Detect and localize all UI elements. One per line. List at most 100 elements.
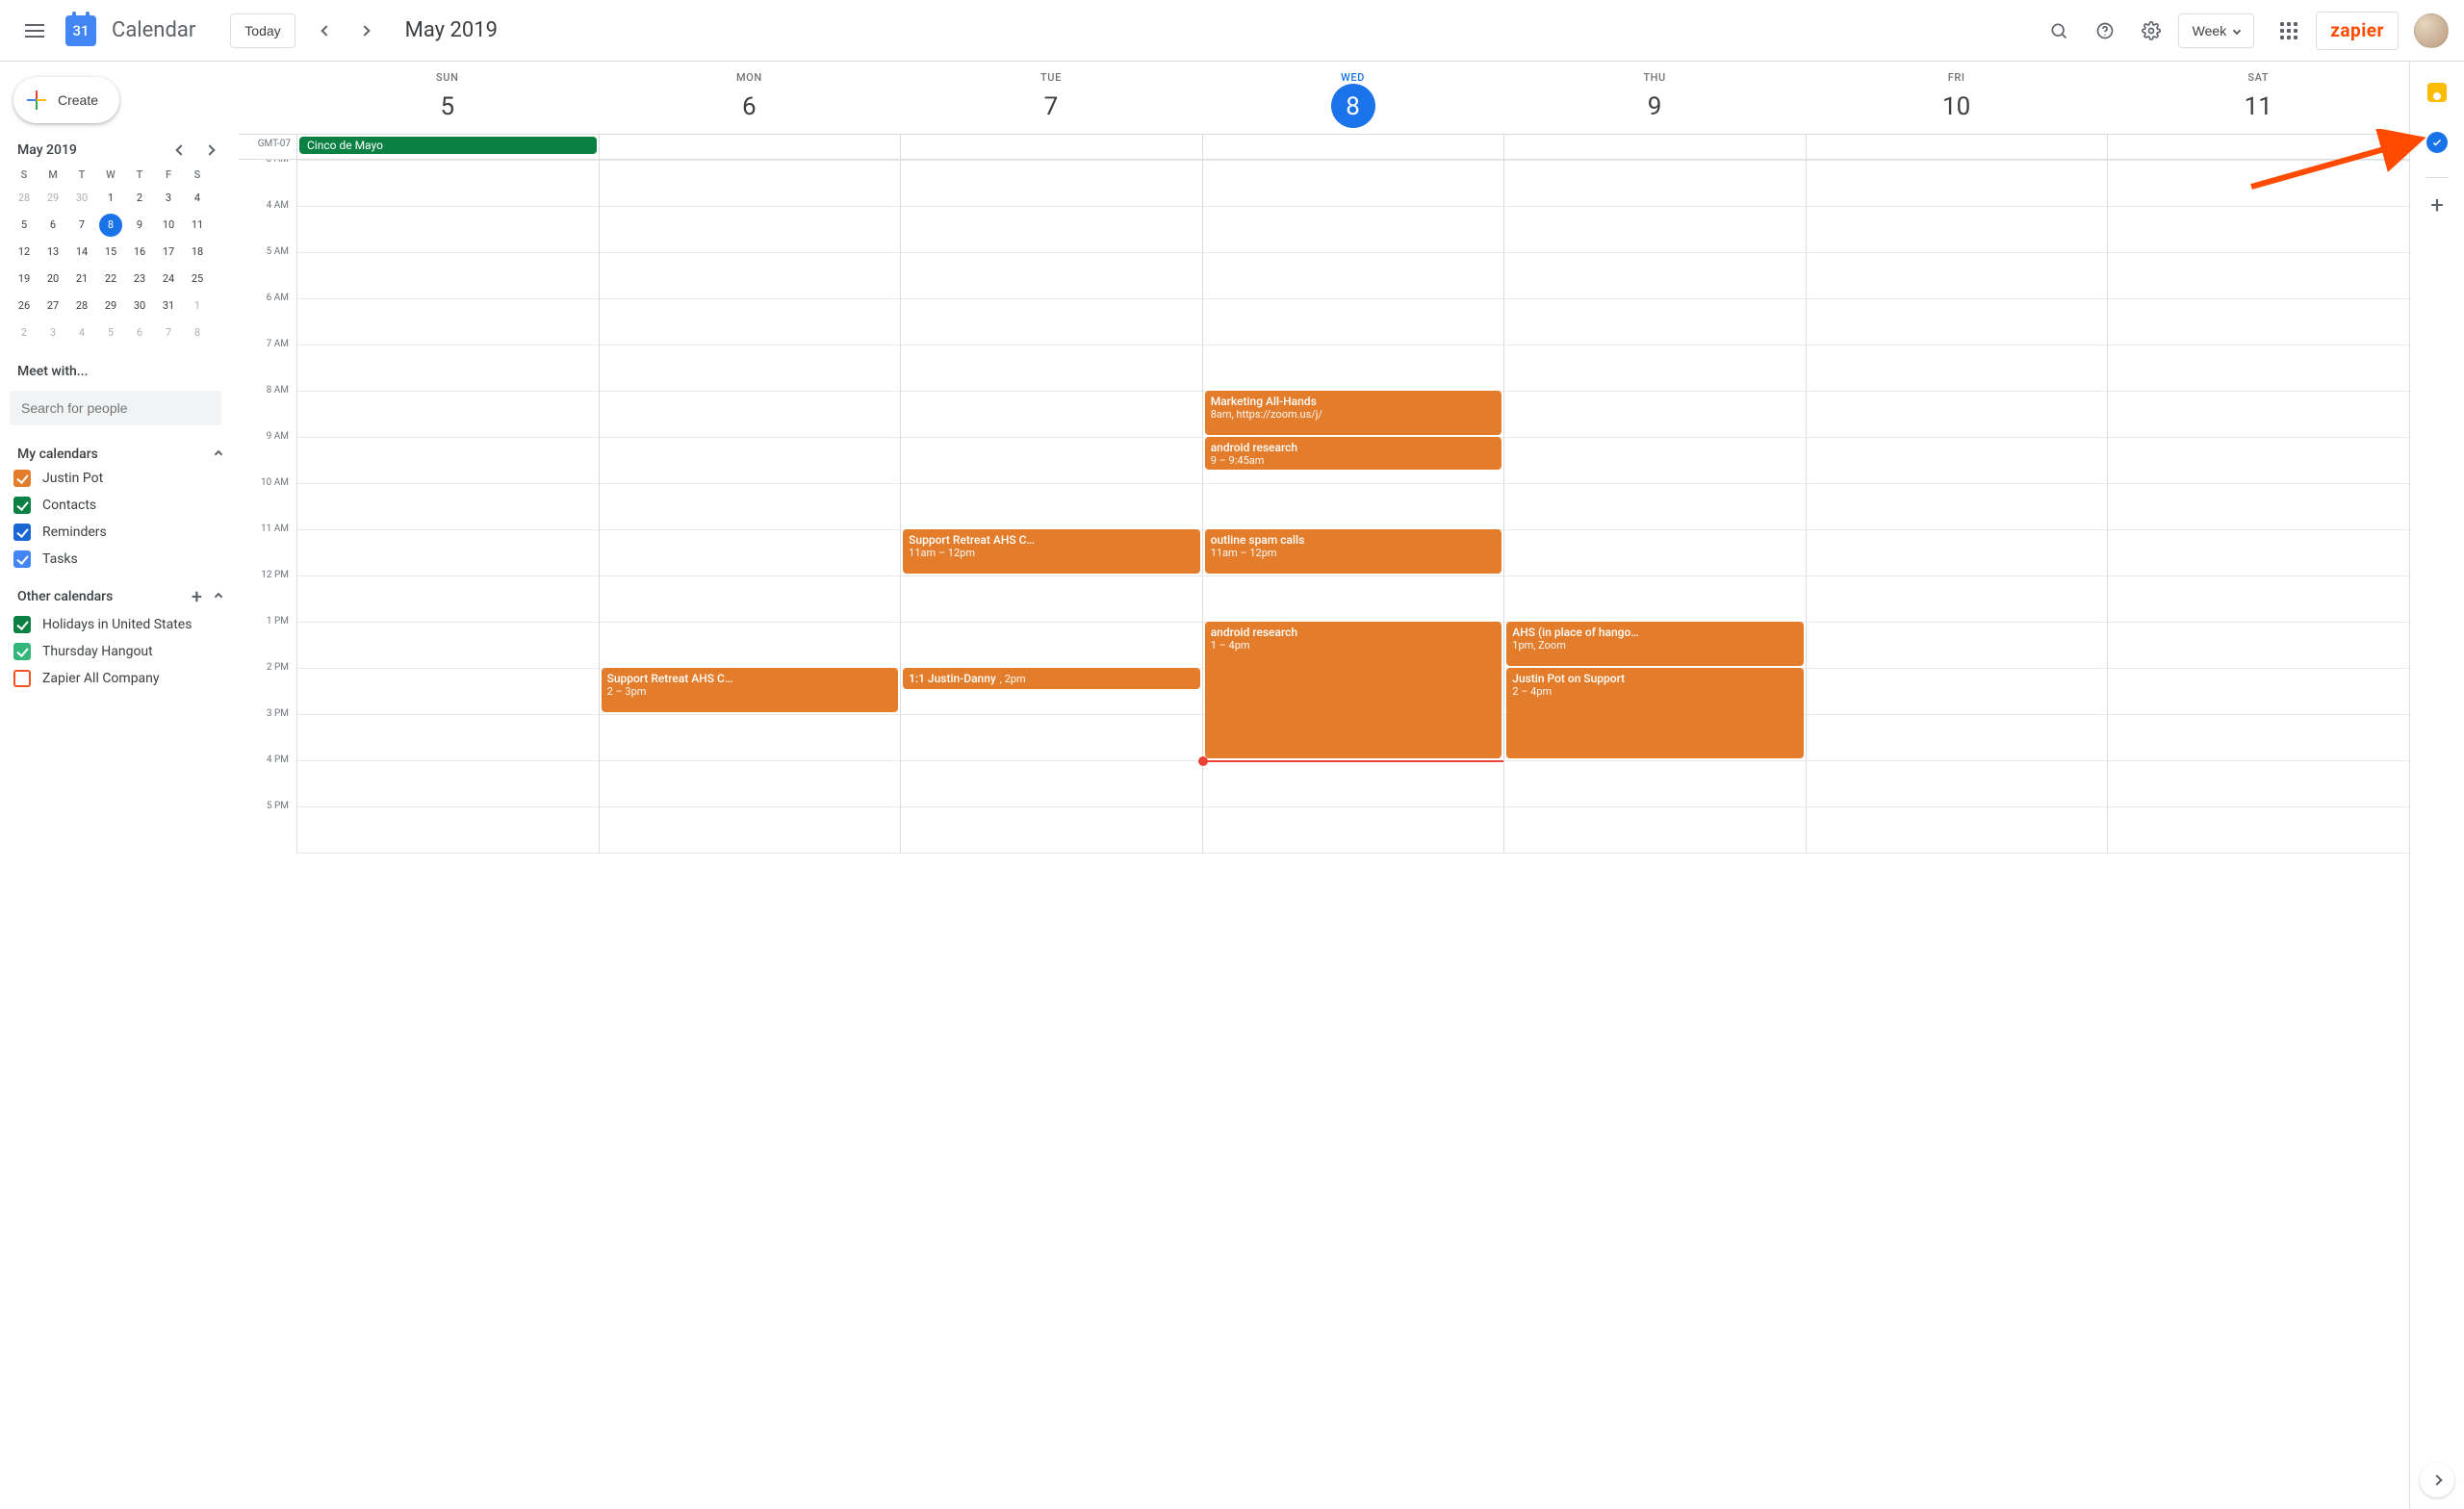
calendar-toggle[interactable]: Thursday Hangout <box>13 643 221 660</box>
mini-day-cell[interactable]: 16 <box>125 239 154 266</box>
mini-day-cell[interactable]: 11 <box>183 212 212 239</box>
day-header[interactable]: WED8 <box>1202 62 1504 134</box>
search-button[interactable] <box>2040 12 2078 50</box>
mini-day-cell[interactable]: 25 <box>183 266 212 293</box>
mini-day-cell[interactable]: 29 <box>96 293 125 320</box>
mini-day-cell[interactable]: 30 <box>67 185 96 212</box>
mini-day-cell[interactable]: 1 <box>96 185 125 212</box>
calendar-event[interactable]: Marketing All-Hands8am, https://zoom.us/… <box>1205 391 1502 435</box>
calendar-toggle[interactable]: Justin Pot <box>13 470 221 487</box>
allday-cell[interactable] <box>1202 135 1504 159</box>
mini-prev-month-button[interactable] <box>171 141 191 160</box>
get-addons-button[interactable]: + <box>2430 193 2444 217</box>
mini-day-cell[interactable]: 4 <box>67 320 96 346</box>
days-grid[interactable]: Support Retreat AHS C…2 – 3pmSupport Ret… <box>296 160 2409 853</box>
day-column[interactable] <box>296 160 599 853</box>
view-switcher[interactable]: Week <box>2178 13 2255 48</box>
calendar-event[interactable]: outline spam calls11am – 12pm <box>1205 529 1502 574</box>
prev-week-button[interactable] <box>307 12 346 50</box>
mini-day-cell[interactable]: 28 <box>67 293 96 320</box>
day-header[interactable]: MON6 <box>599 62 901 134</box>
mini-day-cell[interactable]: 15 <box>96 239 125 266</box>
add-other-calendar-button[interactable]: + <box>192 585 202 608</box>
day-column[interactable] <box>2107 160 2409 853</box>
mini-day-cell[interactable]: 14 <box>67 239 96 266</box>
settings-button[interactable] <box>2132 12 2170 50</box>
day-header[interactable]: SUN5 <box>296 62 599 134</box>
mini-day-cell[interactable]: 17 <box>154 239 183 266</box>
day-column[interactable]: Support Retreat AHS C…11am – 12pm 1:1 Jus… <box>900 160 1202 853</box>
mini-day-cell[interactable]: 7 <box>154 320 183 346</box>
mini-day-cell[interactable]: 20 <box>38 266 67 293</box>
tasks-app-button[interactable] <box>2418 123 2456 162</box>
allday-cell[interactable] <box>1503 135 1806 159</box>
day-header[interactable]: FRI10 <box>1806 62 2108 134</box>
mini-day-cell[interactable]: 2 <box>125 185 154 212</box>
mini-day-cell[interactable]: 30 <box>125 293 154 320</box>
mini-calendar[interactable]: SMTWTFS282930123456789101112131415161718… <box>10 166 221 346</box>
mini-day-cell[interactable]: 6 <box>125 320 154 346</box>
calendar-event[interactable]: android research9 – 9:45am <box>1205 437 1502 470</box>
account-avatar[interactable] <box>2414 13 2449 48</box>
calendar-toggle[interactable]: Reminders <box>13 524 221 541</box>
other-calendars-header[interactable]: Other calendars + <box>17 585 221 608</box>
help-button[interactable] <box>2086 12 2124 50</box>
calendar-checkbox[interactable] <box>13 470 31 487</box>
mini-day-cell[interactable]: 28 <box>10 185 38 212</box>
mini-day-cell[interactable]: 31 <box>154 293 183 320</box>
mini-day-cell[interactable]: 18 <box>183 239 212 266</box>
calendar-checkbox[interactable] <box>13 550 31 568</box>
mini-day-cell[interactable]: 29 <box>38 185 67 212</box>
calendar-event[interactable]: android research1 – 4pm <box>1205 622 1502 758</box>
mini-day-cell[interactable]: 19 <box>10 266 38 293</box>
mini-day-cell[interactable]: 22 <box>96 266 125 293</box>
calendar-checkbox[interactable] <box>13 616 31 633</box>
mini-day-cell[interactable]: 13 <box>38 239 67 266</box>
mini-day-cell[interactable]: 23 <box>125 266 154 293</box>
collapse-panel-button[interactable] <box>2420 1463 2454 1497</box>
day-header[interactable]: SAT11 <box>2107 62 2409 134</box>
mini-day-cell[interactable]: 27 <box>38 293 67 320</box>
calendar-checkbox[interactable] <box>13 497 31 514</box>
calendar-event[interactable]: Support Retreat AHS C…11am – 12pm <box>903 529 1200 574</box>
mini-day-cell[interactable]: 3 <box>154 185 183 212</box>
allday-cell[interactable] <box>900 135 1202 159</box>
allday-cell[interactable] <box>599 135 901 159</box>
calendar-checkbox[interactable] <box>13 643 31 660</box>
allday-cell[interactable] <box>1806 135 2108 159</box>
main-menu-button[interactable] <box>15 12 54 50</box>
mini-day-cell[interactable]: 1 <box>183 293 212 320</box>
mini-day-cell[interactable]: 5 <box>96 320 125 346</box>
google-apps-button[interactable] <box>2270 12 2308 50</box>
allday-event[interactable]: Cinco de Mayo <box>299 137 597 154</box>
mini-day-cell[interactable]: 9 <box>125 212 154 239</box>
allday-cell[interactable] <box>2107 135 2409 159</box>
mini-day-cell[interactable]: 10 <box>154 212 183 239</box>
calendar-event[interactable]: AHS (in place of hango…1pm, Zoom <box>1506 622 1804 666</box>
calendar-toggle[interactable]: Contacts <box>13 497 221 514</box>
calendar-event[interactable]: 1:1 Justin-Danny, 2pm <box>903 668 1200 689</box>
calendar-event[interactable]: Justin Pot on Support2 – 4pm <box>1506 668 1804 758</box>
mini-day-cell[interactable]: 8 <box>99 214 122 237</box>
mini-day-cell[interactable]: 24 <box>154 266 183 293</box>
mini-day-cell[interactable]: 5 <box>10 212 38 239</box>
day-column[interactable]: AHS (in place of hango…1pm, ZoomJustin P… <box>1503 160 1806 853</box>
mini-day-cell[interactable]: 12 <box>10 239 38 266</box>
day-column[interactable]: Support Retreat AHS C…2 – 3pm <box>599 160 901 853</box>
hours-scroll-area[interactable]: 3 AM4 AM5 AM6 AM7 AM8 AM9 AM10 AM11 AM12… <box>239 160 2409 1509</box>
mini-day-cell[interactable]: 2 <box>10 320 38 346</box>
day-header[interactable]: THU9 <box>1503 62 1806 134</box>
zapier-extension-button[interactable]: zapier <box>2316 12 2399 50</box>
mini-day-cell[interactable]: 7 <box>67 212 96 239</box>
today-button[interactable]: Today <box>230 13 295 48</box>
calendar-event[interactable]: Support Retreat AHS C…2 – 3pm <box>602 668 899 712</box>
calendar-toggle[interactable]: Zapier All Company <box>13 670 221 687</box>
day-column[interactable] <box>1806 160 2108 853</box>
mini-day-cell[interactable]: 8 <box>183 320 212 346</box>
mini-day-cell[interactable]: 3 <box>38 320 67 346</box>
mini-day-cell[interactable]: 21 <box>67 266 96 293</box>
calendar-checkbox[interactable] <box>13 670 31 687</box>
next-week-button[interactable] <box>346 12 384 50</box>
day-column[interactable]: Marketing All-Hands8am, https://zoom.us/… <box>1202 160 1504 853</box>
my-calendars-header[interactable]: My calendars <box>17 447 221 462</box>
